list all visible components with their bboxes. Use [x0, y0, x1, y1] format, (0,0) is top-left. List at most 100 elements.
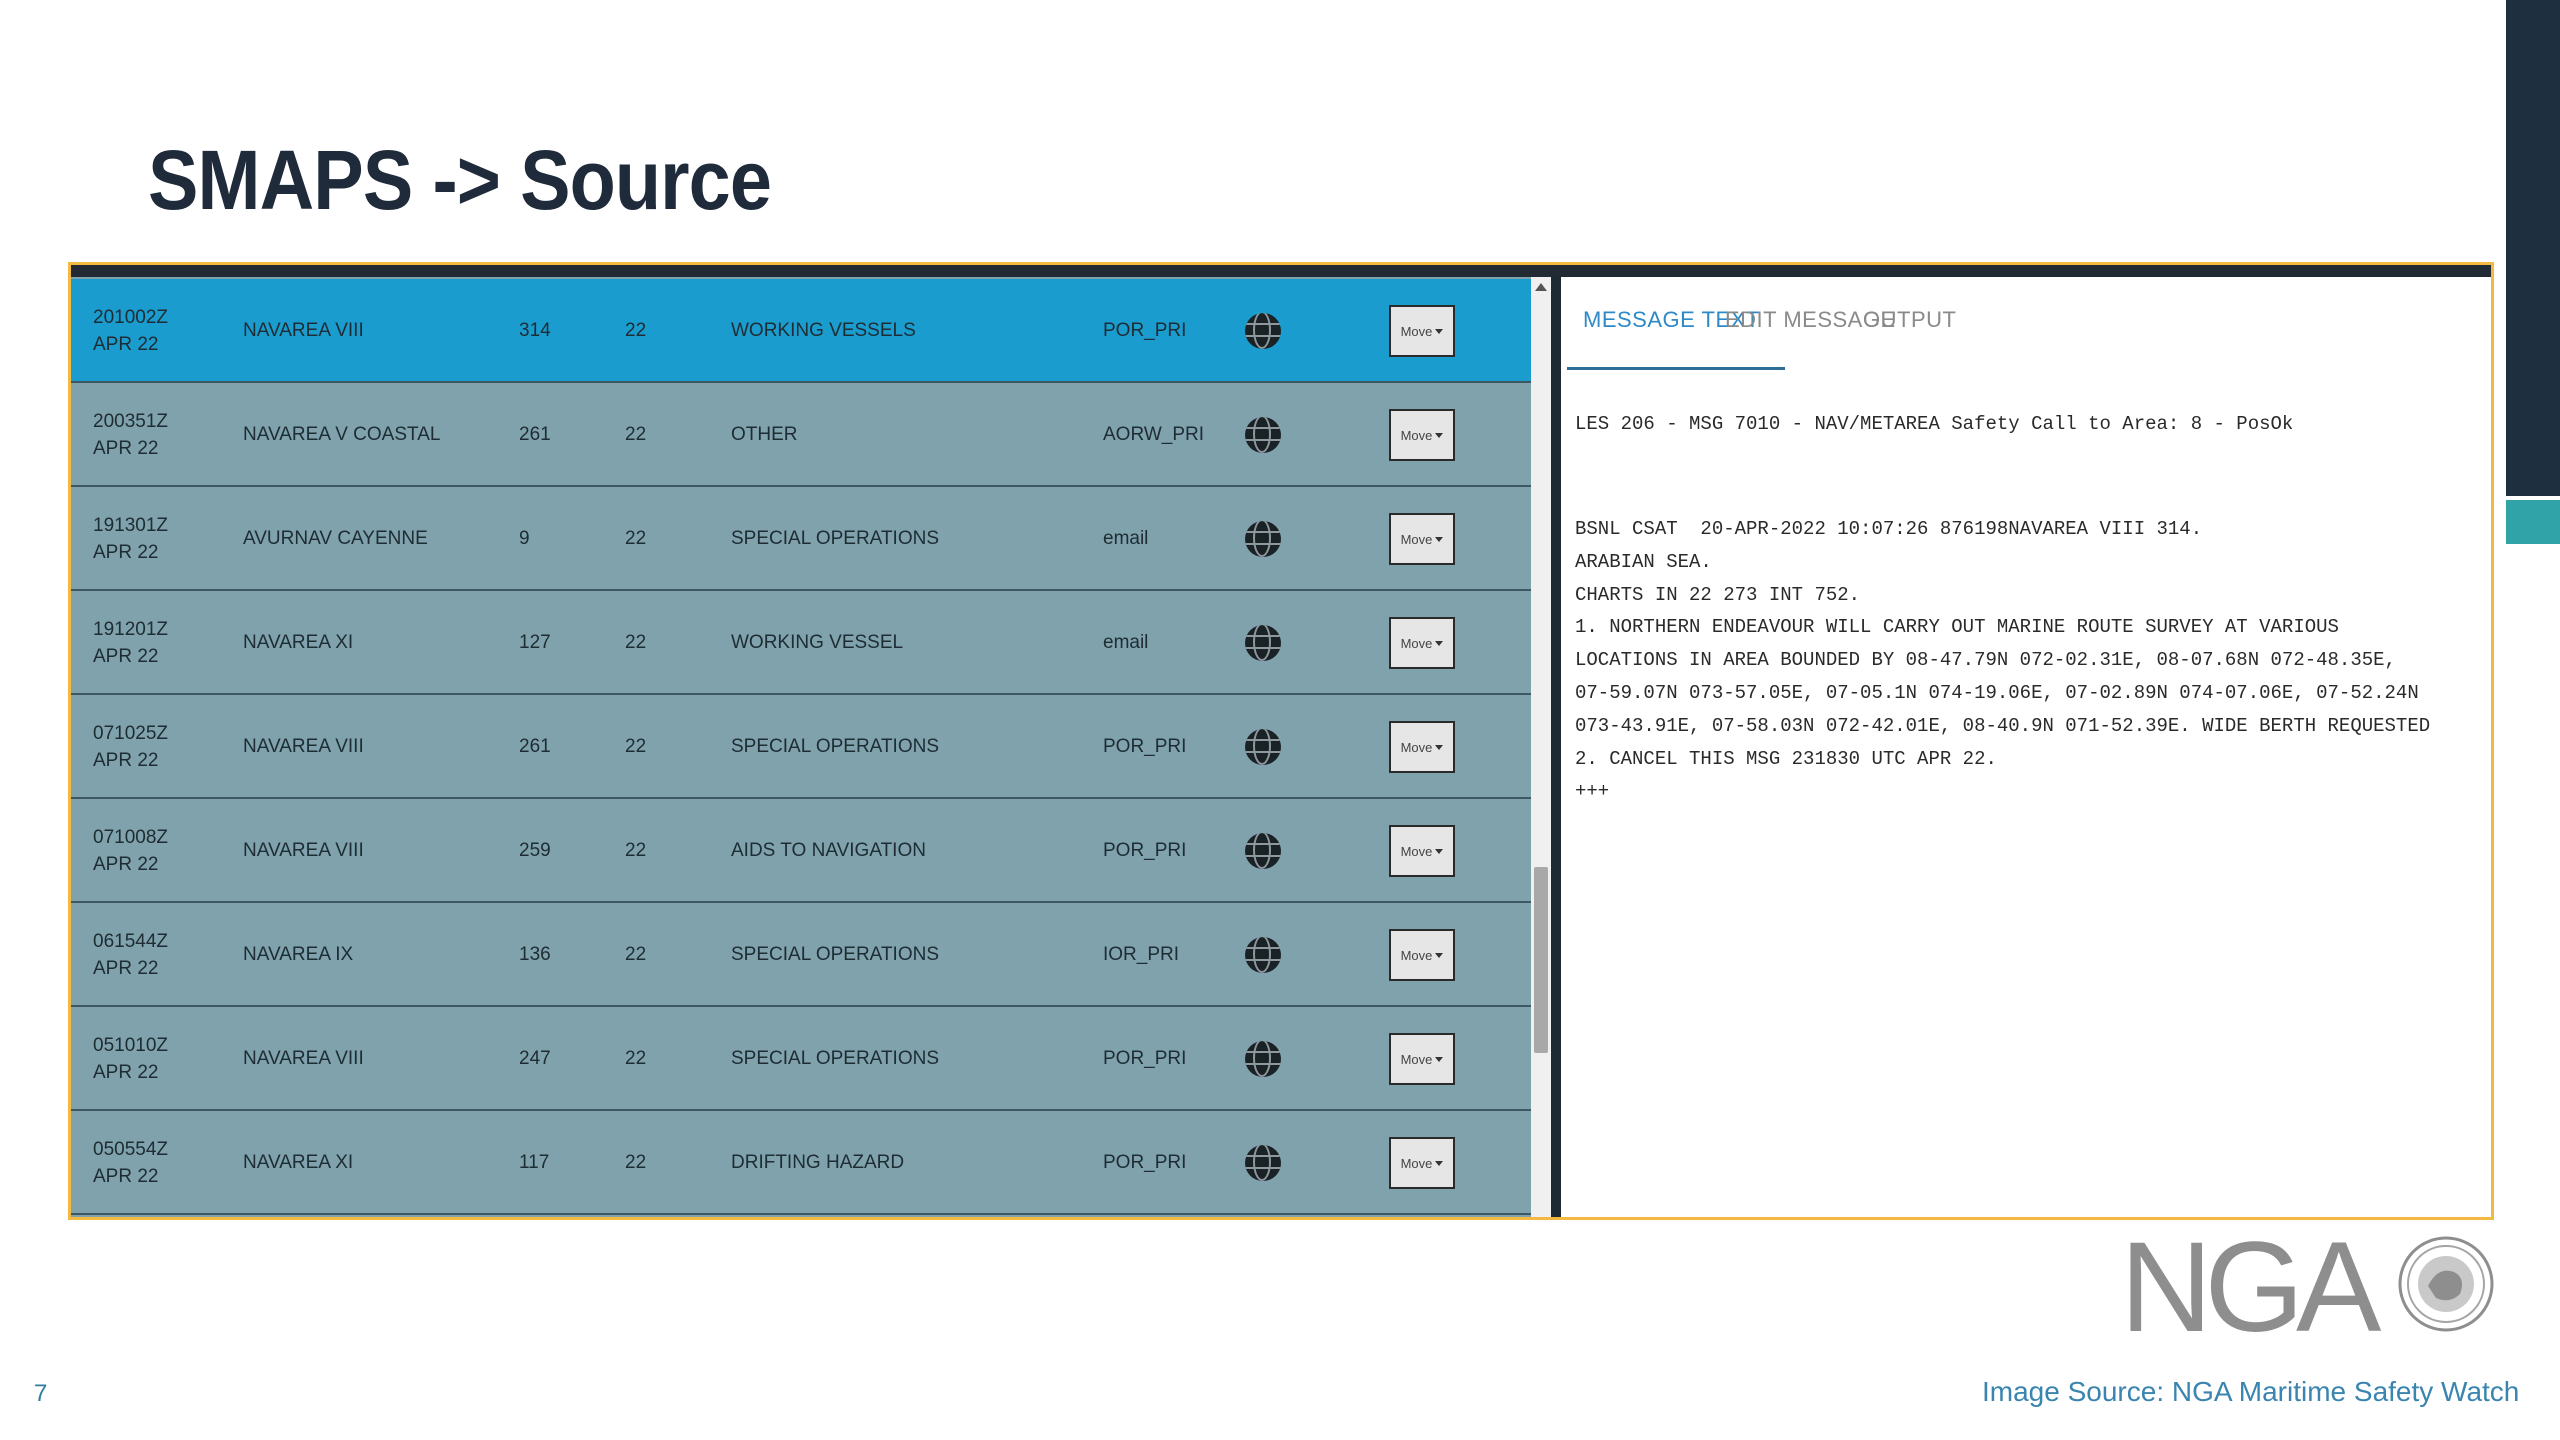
move-label: Move — [1400, 739, 1433, 755]
globe-icon[interactable] — [1245, 313, 1281, 349]
move-cell: Move — [1389, 799, 1455, 903]
globe-cell — [1245, 591, 1281, 695]
slide-number: 7 — [34, 1380, 48, 1407]
subject-cell: SPECIAL OPERATIONS — [731, 736, 939, 757]
dtg-cell: 201002Z APR 22 — [93, 279, 168, 383]
globe-icon[interactable] — [1245, 1145, 1281, 1181]
year-cell: 22 — [625, 1152, 647, 1173]
message-number-cell: 9 — [519, 528, 530, 549]
move-dropdown-button[interactable]: Move — [1389, 929, 1455, 981]
message-panel: MESSAGE TEXT EDIT MESSAGE OUTPUT LES 206… — [1561, 277, 2491, 1217]
subject-cell: AIDS TO NAVIGATION — [731, 840, 926, 861]
subject-cell: OTHER — [731, 424, 798, 445]
table-row[interactable]: 201002Z APR 22 NAVAREA VIII 314 22 WORKING VE… — [71, 279, 1531, 383]
message-number-cell: 136 — [519, 944, 551, 965]
message-line: 2. CANCEL THIS MSG 231830 UTC APR 22. — [1575, 747, 1997, 770]
scroll-thumb[interactable] — [1534, 867, 1548, 1053]
subject-cell: SPECIAL OPERATIONS — [731, 528, 939, 549]
authority-cell: email — [1103, 632, 1149, 653]
move-label: Move — [1400, 531, 1433, 547]
year-cell: 22 — [625, 528, 647, 549]
message-number-cell: 314 — [519, 320, 551, 341]
message-line: +++ — [1575, 780, 1610, 803]
dtg-time: 051010Z — [93, 1035, 169, 1056]
move-dropdown-button[interactable]: Move — [1389, 1033, 1455, 1085]
navarea-cell: NAVAREA VIII — [243, 736, 364, 757]
authority-cell: POR_PRI — [1103, 320, 1187, 341]
dtg-date: APR 22 — [93, 438, 159, 459]
move-dropdown-button[interactable]: Move — [1389, 721, 1455, 773]
move-cell: Move — [1389, 487, 1455, 591]
dtg-date: APR 22 — [93, 646, 159, 667]
dtg-time: 201002Z — [93, 307, 169, 328]
globe-icon[interactable] — [1245, 833, 1281, 869]
table-row[interactable]: 061544Z APR 22 NAVAREA IX 136 22 SPECIAL OPER… — [71, 903, 1531, 1007]
globe-icon[interactable] — [1245, 729, 1281, 765]
authority-cell: POR_PRI — [1103, 1048, 1187, 1069]
year-cell: 22 — [625, 1048, 647, 1069]
message-line: BSNL CSAT 20-APR-2022 10:07:26 876198NAV… — [1575, 518, 2203, 540]
dtg-date: APR 22 — [93, 542, 159, 563]
authority-cell: email — [1103, 528, 1149, 549]
tab-output[interactable]: OUTPUT — [1863, 307, 1956, 333]
nga-seal-icon — [2398, 1236, 2494, 1332]
move-label: Move — [1400, 843, 1433, 859]
caret-down-icon — [1435, 952, 1444, 958]
move-dropdown-button[interactable]: Move — [1389, 305, 1455, 357]
dtg-time: 050554Z — [93, 1139, 169, 1160]
dtg-date: APR 22 — [93, 1062, 159, 1083]
move-dropdown-button[interactable]: Move — [1389, 513, 1455, 565]
message-number-cell: 127 — [519, 632, 551, 653]
move-dropdown-button[interactable]: Move — [1389, 409, 1455, 461]
dtg-cell: 200351Z APR 22 — [93, 383, 168, 487]
move-label: Move — [1400, 323, 1433, 339]
dtg-time: 061544Z — [93, 931, 169, 952]
message-list: 201002Z APR 22 NAVAREA VIII 314 22 WORKING VE… — [71, 277, 1531, 1217]
navarea-cell: NAVAREA IX — [243, 944, 354, 965]
table-row[interactable]: 200351Z APR 22 NAVAREA V COASTAL 261 22 OTHER… — [71, 383, 1531, 487]
authority-cell: POR_PRI — [1103, 840, 1187, 861]
message-body: BSNL CSAT 20-APR-2022 10:07:26 876198NAV… — [1575, 513, 2430, 808]
pane-divider[interactable] — [1551, 277, 1561, 1217]
globe-cell — [1245, 1007, 1281, 1111]
move-dropdown-button[interactable]: Move — [1389, 617, 1455, 669]
move-cell: Move — [1389, 279, 1455, 383]
globe-icon[interactable] — [1245, 625, 1281, 661]
message-number-cell: 261 — [519, 736, 551, 757]
message-list-scrollbar[interactable] — [1531, 277, 1551, 1217]
table-row[interactable]: 050554Z APR 22 NAVAREA XI 117 22 DRIFTING HAZ… — [71, 1111, 1531, 1215]
year-cell: 22 — [625, 632, 647, 653]
message-tabs: MESSAGE TEXT EDIT MESSAGE OUTPUT — [1561, 277, 2491, 373]
message-line: 07-59.07N 073-57.05E, 07-05.1N 074-19.06… — [1575, 681, 2419, 704]
table-row[interactable]: 071008Z APR 22 NAVAREA VIII 259 22 AIDS TO NA… — [71, 799, 1531, 903]
navarea-cell: NAVAREA XI — [243, 632, 354, 653]
year-cell: 22 — [625, 424, 647, 445]
globe-icon[interactable] — [1245, 521, 1281, 557]
table-row[interactable]: 051010Z APR 22 NAVAREA VIII 247 22 SPECIAL OP… — [71, 1007, 1531, 1111]
caret-down-icon — [1435, 536, 1444, 542]
caret-down-icon — [1435, 1160, 1444, 1166]
authority-cell: POR_PRI — [1103, 1152, 1187, 1173]
globe-icon[interactable] — [1245, 937, 1281, 973]
message-number-cell: 117 — [519, 1152, 550, 1173]
globe-cell — [1245, 279, 1281, 383]
subject-cell: WORKING VESSEL — [731, 632, 904, 653]
dtg-date: APR 22 — [93, 854, 159, 875]
globe-icon[interactable] — [1245, 1041, 1281, 1077]
move-dropdown-button[interactable]: Move — [1389, 825, 1455, 877]
table-row[interactable]: 071025Z APR 22 NAVAREA VIII 261 22 SPECIAL OP… — [71, 695, 1531, 799]
globe-icon[interactable] — [1245, 417, 1281, 453]
dtg-cell: 071008Z APR 22 — [93, 799, 168, 903]
scroll-up-arrow-icon[interactable] — [1535, 283, 1547, 291]
message-number-cell: 261 — [519, 424, 551, 445]
dtg-date: APR 22 — [93, 334, 159, 355]
table-row[interactable]: 191201Z APR 22 NAVAREA XI 127 22 WORKING VESS… — [71, 591, 1531, 695]
caret-down-icon — [1435, 640, 1444, 646]
table-row[interactable]: 191301Z APR 22 AVURNAV CAYENNE 9 22 SPECIAL O… — [71, 487, 1531, 591]
navarea-cell: NAVAREA XI — [243, 1152, 354, 1173]
dtg-date: APR 22 — [93, 1166, 159, 1187]
move-dropdown-button[interactable]: Move — [1389, 1137, 1455, 1189]
move-cell: Move — [1389, 591, 1455, 695]
window-top-border — [71, 265, 2491, 277]
message-line: 073-43.91E, 07-58.03N 072-42.01E, 08-40.… — [1575, 714, 2431, 737]
